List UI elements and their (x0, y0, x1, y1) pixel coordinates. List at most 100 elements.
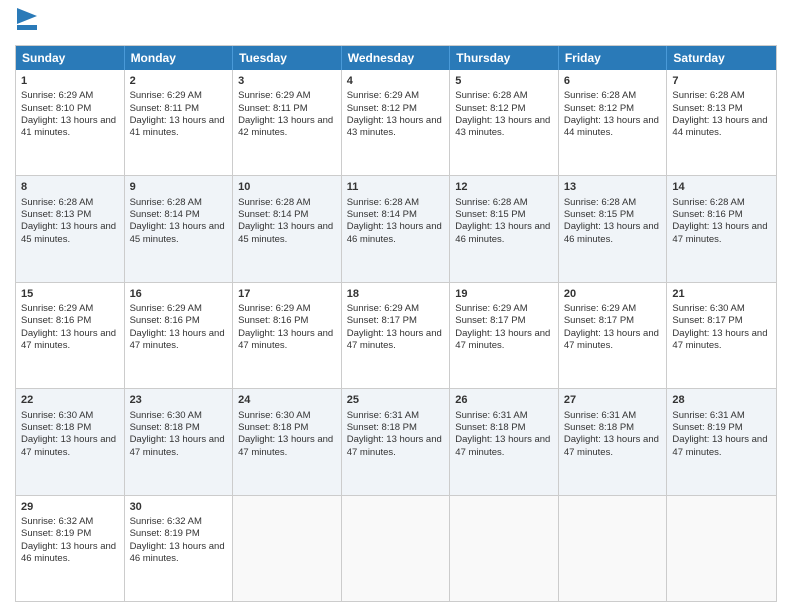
cal-cell: 13Sunrise: 6:28 AMSunset: 8:15 PMDayligh… (559, 176, 668, 281)
day-number: 21 (672, 287, 771, 301)
day-number: 16 (130, 287, 228, 301)
sunrise-text: Sunrise: 6:31 AM (455, 410, 527, 421)
day-number: 30 (130, 500, 228, 514)
sunrise-text: Sunrise: 6:31 AM (564, 410, 636, 421)
sunset-text: Sunset: 8:18 PM (455, 422, 525, 433)
cal-cell: 22Sunrise: 6:30 AMSunset: 8:18 PMDayligh… (16, 389, 125, 494)
sunset-text: Sunset: 8:16 PM (21, 315, 91, 326)
header (15, 10, 777, 37)
logo-text (15, 10, 37, 37)
sunrise-text: Sunrise: 6:29 AM (238, 90, 310, 101)
cal-cell: 7Sunrise: 6:28 AMSunset: 8:13 PMDaylight… (667, 70, 776, 175)
sunset-text: Sunset: 8:10 PM (21, 103, 91, 114)
daylight-text: Daylight: 13 hours and 46 minutes. (347, 221, 442, 244)
sunset-text: Sunset: 8:17 PM (672, 315, 742, 326)
day-number: 22 (21, 393, 119, 407)
cal-cell: 14Sunrise: 6:28 AMSunset: 8:16 PMDayligh… (667, 176, 776, 281)
cal-cell (559, 496, 668, 601)
sunset-text: Sunset: 8:15 PM (564, 209, 634, 220)
cal-cell: 20Sunrise: 6:29 AMSunset: 8:17 PMDayligh… (559, 283, 668, 388)
daylight-text: Daylight: 13 hours and 41 minutes. (130, 115, 225, 138)
day-number: 17 (238, 287, 336, 301)
day-number: 6 (564, 74, 662, 88)
calendar-header: SundayMondayTuesdayWednesdayThursdayFrid… (16, 46, 776, 70)
sunrise-text: Sunrise: 6:28 AM (455, 90, 527, 101)
cal-cell: 1Sunrise: 6:29 AMSunset: 8:10 PMDaylight… (16, 70, 125, 175)
cal-cell: 30Sunrise: 6:32 AMSunset: 8:19 PMDayligh… (125, 496, 234, 601)
daylight-text: Daylight: 13 hours and 47 minutes. (455, 328, 550, 351)
sunrise-text: Sunrise: 6:28 AM (238, 197, 310, 208)
cal-cell: 2Sunrise: 6:29 AMSunset: 8:11 PMDaylight… (125, 70, 234, 175)
sunset-text: Sunset: 8:18 PM (130, 422, 200, 433)
sunrise-text: Sunrise: 6:28 AM (564, 197, 636, 208)
day-number: 3 (238, 74, 336, 88)
day-number: 10 (238, 180, 336, 194)
cal-header-cell: Wednesday (342, 46, 451, 70)
daylight-text: Daylight: 13 hours and 43 minutes. (347, 115, 442, 138)
sunrise-text: Sunrise: 6:29 AM (564, 303, 636, 314)
daylight-text: Daylight: 13 hours and 47 minutes. (238, 434, 333, 457)
sunset-text: Sunset: 8:15 PM (455, 209, 525, 220)
sunset-text: Sunset: 8:19 PM (672, 422, 742, 433)
cal-cell: 24Sunrise: 6:30 AMSunset: 8:18 PMDayligh… (233, 389, 342, 494)
daylight-text: Daylight: 13 hours and 46 minutes. (130, 541, 225, 564)
cal-row: 1Sunrise: 6:29 AMSunset: 8:10 PMDaylight… (16, 70, 776, 176)
daylight-text: Daylight: 13 hours and 45 minutes. (21, 221, 116, 244)
daylight-text: Daylight: 13 hours and 45 minutes. (238, 221, 333, 244)
sunrise-text: Sunrise: 6:29 AM (455, 303, 527, 314)
cal-cell: 9Sunrise: 6:28 AMSunset: 8:14 PMDaylight… (125, 176, 234, 281)
sunrise-text: Sunrise: 6:31 AM (347, 410, 419, 421)
sunset-text: Sunset: 8:14 PM (130, 209, 200, 220)
day-number: 18 (347, 287, 445, 301)
sunset-text: Sunset: 8:18 PM (347, 422, 417, 433)
daylight-text: Daylight: 13 hours and 47 minutes. (564, 328, 659, 351)
daylight-text: Daylight: 13 hours and 47 minutes. (130, 434, 225, 457)
cal-cell: 8Sunrise: 6:28 AMSunset: 8:13 PMDaylight… (16, 176, 125, 281)
day-number: 2 (130, 74, 228, 88)
sunrise-text: Sunrise: 6:29 AM (130, 90, 202, 101)
sunrise-text: Sunrise: 6:28 AM (130, 197, 202, 208)
sunrise-text: Sunrise: 6:28 AM (21, 197, 93, 208)
day-number: 26 (455, 393, 553, 407)
sunset-text: Sunset: 8:17 PM (455, 315, 525, 326)
sunrise-text: Sunrise: 6:28 AM (672, 90, 744, 101)
day-number: 29 (21, 500, 119, 514)
cal-cell: 10Sunrise: 6:28 AMSunset: 8:14 PMDayligh… (233, 176, 342, 281)
sunrise-text: Sunrise: 6:30 AM (21, 410, 93, 421)
daylight-text: Daylight: 13 hours and 47 minutes. (672, 221, 767, 244)
logo-icon (17, 8, 37, 30)
cal-cell (233, 496, 342, 601)
day-number: 7 (672, 74, 771, 88)
cal-cell: 4Sunrise: 6:29 AMSunset: 8:12 PMDaylight… (342, 70, 451, 175)
daylight-text: Daylight: 13 hours and 43 minutes. (455, 115, 550, 138)
daylight-text: Daylight: 13 hours and 42 minutes. (238, 115, 333, 138)
sunrise-text: Sunrise: 6:32 AM (130, 516, 202, 527)
day-number: 11 (347, 180, 445, 194)
cal-cell: 25Sunrise: 6:31 AMSunset: 8:18 PMDayligh… (342, 389, 451, 494)
sunrise-text: Sunrise: 6:29 AM (238, 303, 310, 314)
sunrise-text: Sunrise: 6:28 AM (455, 197, 527, 208)
daylight-text: Daylight: 13 hours and 47 minutes. (672, 434, 767, 457)
day-number: 5 (455, 74, 553, 88)
sunset-text: Sunset: 8:17 PM (347, 315, 417, 326)
cal-cell: 19Sunrise: 6:29 AMSunset: 8:17 PMDayligh… (450, 283, 559, 388)
daylight-text: Daylight: 13 hours and 45 minutes. (130, 221, 225, 244)
cal-header-cell: Friday (559, 46, 668, 70)
cal-cell: 23Sunrise: 6:30 AMSunset: 8:18 PMDayligh… (125, 389, 234, 494)
sunrise-text: Sunrise: 6:29 AM (130, 303, 202, 314)
sunrise-text: Sunrise: 6:28 AM (347, 197, 419, 208)
cal-cell: 27Sunrise: 6:31 AMSunset: 8:18 PMDayligh… (559, 389, 668, 494)
daylight-text: Daylight: 13 hours and 46 minutes. (21, 541, 116, 564)
daylight-text: Daylight: 13 hours and 47 minutes. (21, 434, 116, 457)
sunset-text: Sunset: 8:18 PM (238, 422, 308, 433)
sunrise-text: Sunrise: 6:28 AM (564, 90, 636, 101)
cal-cell: 16Sunrise: 6:29 AMSunset: 8:16 PMDayligh… (125, 283, 234, 388)
sunrise-text: Sunrise: 6:29 AM (21, 90, 93, 101)
daylight-text: Daylight: 13 hours and 47 minutes. (672, 328, 767, 351)
day-number: 25 (347, 393, 445, 407)
cal-header-cell: Monday (125, 46, 234, 70)
cal-cell (342, 496, 451, 601)
cal-cell: 28Sunrise: 6:31 AMSunset: 8:19 PMDayligh… (667, 389, 776, 494)
cal-header-cell: Sunday (16, 46, 125, 70)
sunset-text: Sunset: 8:12 PM (455, 103, 525, 114)
